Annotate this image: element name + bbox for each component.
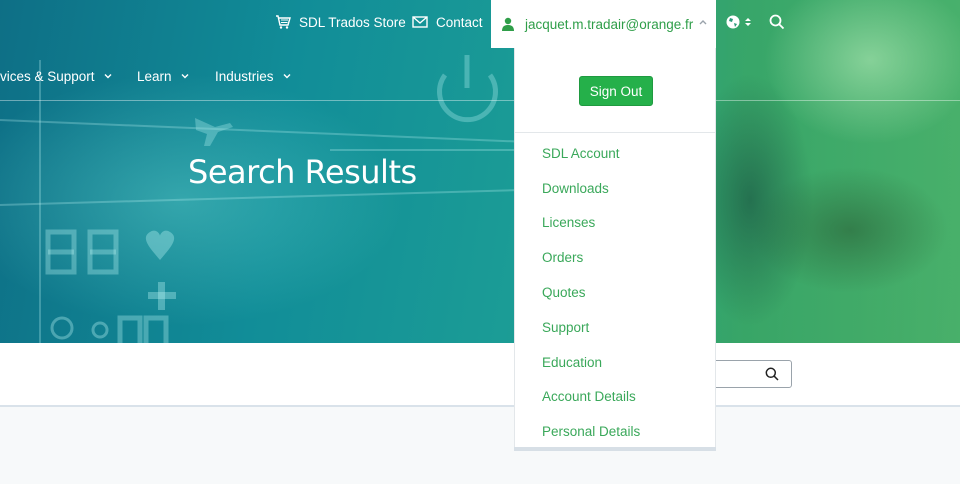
nav-label: Industries [215,68,274,84]
hero-banner: Search Results [0,0,960,343]
account-dropdown: Sign Out SDL Account Downloads Licenses … [514,48,716,450]
nav-divider [0,100,960,101]
menu-item-sdl-account[interactable]: SDL Account [542,136,640,171]
contact-link[interactable]: Contact [412,12,483,32]
dropdown-divider [515,132,715,133]
nav-services-support[interactable]: vices & Support [0,66,113,86]
page-title: Search Results [188,153,417,191]
search-icon[interactable] [765,367,779,381]
search-band [0,343,960,405]
store-link[interactable]: SDL Trados Store [275,12,406,32]
nav-learn[interactable]: Learn [137,66,190,86]
dropdown-bottom-edge [514,447,716,451]
menu-item-downloads[interactable]: Downloads [542,171,640,206]
globe-icon [726,15,740,29]
cart-icon [276,15,291,29]
user-icon [502,17,514,31]
menu-item-personal-details[interactable]: Personal Details [542,414,640,449]
contact-label: Contact [436,14,483,30]
menu-item-licenses[interactable]: Licenses [542,206,640,241]
menu-item-orders[interactable]: Orders [542,240,640,275]
nav-industries[interactable]: Industries [215,66,292,86]
menu-item-education[interactable]: Education [542,345,640,380]
user-email: jacquet.m.tradair@orange.fr [525,16,694,32]
user-menu-toggle[interactable]: jacquet.m.tradair@orange.fr [491,0,716,48]
section-divider [0,405,960,407]
chevron-down-icon [181,74,189,79]
account-menu-list: SDL Account Downloads Licenses Orders Qu… [542,136,640,449]
chevron-up-icon [699,20,707,25]
header-search-button[interactable] [769,12,793,32]
sort-arrows-icon [745,18,751,26]
mail-icon [412,16,428,28]
nav-label: Learn [137,68,172,84]
search-icon [769,14,785,30]
chevron-down-icon [104,74,112,79]
store-label: SDL Trados Store [299,14,406,30]
chevron-down-icon [283,74,291,79]
menu-item-support[interactable]: Support [542,310,640,345]
sign-out-button[interactable]: Sign Out [579,76,653,106]
menu-item-account-details[interactable]: Account Details [542,380,640,415]
nav-label: vices & Support [0,68,95,84]
menu-item-quotes[interactable]: Quotes [542,275,640,310]
language-selector[interactable] [726,12,760,32]
